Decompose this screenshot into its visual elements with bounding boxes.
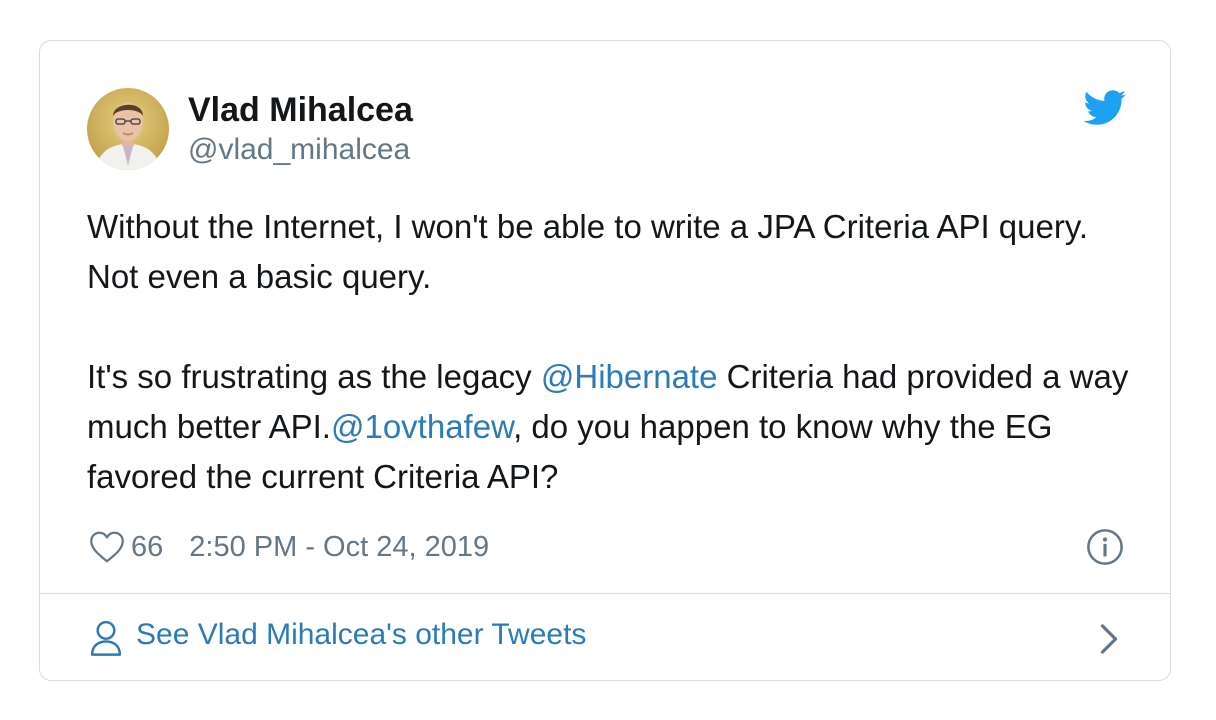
text-segment: It's so frustrating as the legacy [87, 358, 541, 395]
mention-1ovthafew-link[interactable]: @1ovthafew [331, 408, 513, 445]
tweet-text: Without the Internet, I won't be able to… [87, 202, 1147, 502]
chevron-right-icon [1100, 624, 1118, 654]
twitter-bird-icon[interactable] [1083, 90, 1127, 126]
tweet-card: Vlad Mihalcea @vlad_mihalcea Without the… [39, 40, 1171, 681]
see-other-tweets-label[interactable]: See Vlad Mihalcea's other Tweets [136, 618, 586, 652]
like-count[interactable]: 66 [131, 531, 163, 564]
avatar[interactable] [87, 88, 169, 170]
see-other-tweets-link[interactable]: See Vlad Mihalcea's other Tweets [40, 594, 1170, 680]
tweet-timestamp[interactable]: 2:50 PM - Oct 24, 2019 [189, 531, 489, 564]
tweet-paragraph-2: It's so frustrating as the legacy @Hiber… [87, 352, 1147, 502]
heart-icon[interactable] [89, 530, 125, 564]
info-icon[interactable] [1086, 528, 1124, 566]
author-name[interactable]: Vlad Mihalcea [188, 91, 413, 130]
tweet-meta: 66 2:50 PM - Oct 24, 2019 [89, 527, 489, 567]
author-handle[interactable]: @vlad_mihalcea [188, 133, 410, 167]
person-icon [90, 620, 122, 656]
mention-hibernate-link[interactable]: @Hibernate [541, 358, 718, 395]
tweet-paragraph-1: Without the Internet, I won't be able to… [87, 208, 1089, 295]
